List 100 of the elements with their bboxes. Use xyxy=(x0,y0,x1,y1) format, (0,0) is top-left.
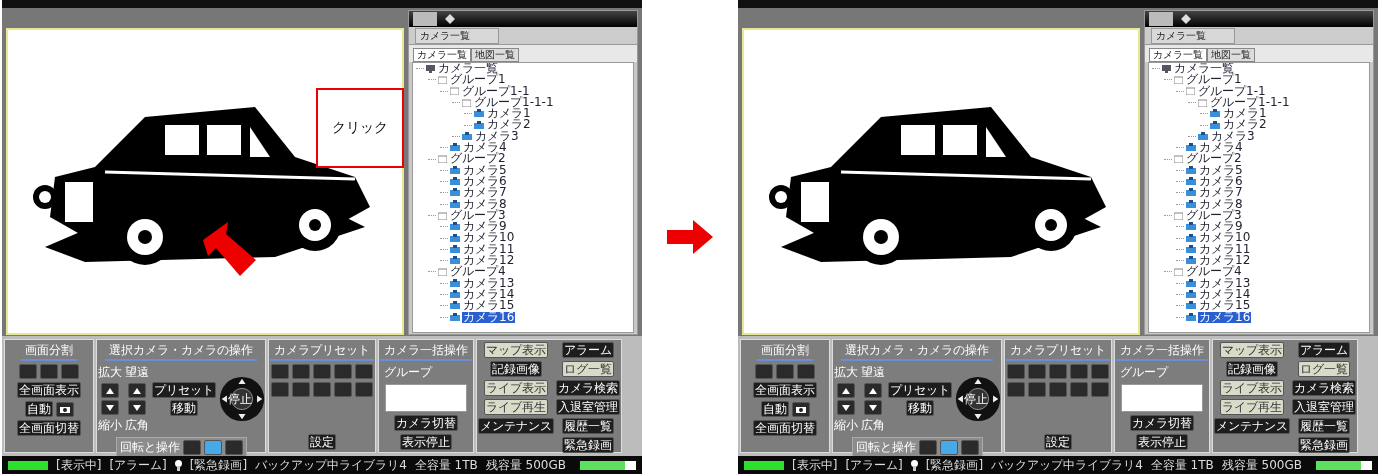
tree-item[interactable]: グループ3 xyxy=(1185,209,1243,222)
menu-button[interactable]: 緊急録画 xyxy=(1298,437,1350,453)
menu-button[interactable]: ライブ表示 xyxy=(484,380,548,396)
menu-button[interactable]: 入退室管理 xyxy=(556,399,620,415)
layout-button[interactable]: 全画面切替 xyxy=(17,420,81,436)
tree-item[interactable]: カメラ4 xyxy=(462,142,508,154)
tree-item[interactable]: グループ1-1-1 xyxy=(1209,96,1291,109)
preset-button[interactable] xyxy=(1091,382,1109,397)
tree-item[interactable]: カメラ15 xyxy=(1198,300,1252,312)
tree-item[interactable]: カメラ10 xyxy=(462,232,516,244)
tree-item[interactable]: グループ3 xyxy=(449,209,507,222)
tree-item[interactable]: カメラ7 xyxy=(1198,187,1244,199)
tree-item[interactable]: カメラ16 xyxy=(1198,311,1252,323)
tree-item[interactable]: カメラ4 xyxy=(1198,142,1244,154)
tree-item[interactable]: グループ2 xyxy=(1185,153,1243,165)
tree-item[interactable]: カメラ6 xyxy=(1198,175,1244,188)
up-button[interactable] xyxy=(128,383,146,398)
tree-item[interactable]: グループ1-1 xyxy=(1197,85,1267,97)
mode-button[interactable] xyxy=(918,440,937,455)
tree-item[interactable]: カメラ2 xyxy=(486,119,532,131)
preset-button[interactable] xyxy=(1007,364,1025,379)
camera-button[interactable]: 移動 xyxy=(906,400,934,416)
layout-button[interactable]: 全画面切替 xyxy=(753,420,817,436)
preset-button[interactable] xyxy=(313,382,331,397)
tree-item[interactable]: グループ1-1 xyxy=(461,85,531,97)
preset-button[interactable] xyxy=(355,382,373,397)
tree-item[interactable]: カメラ15 xyxy=(462,300,516,312)
mode-button[interactable] xyxy=(960,440,979,455)
tree-item[interactable]: グループ4 xyxy=(1185,266,1243,278)
preset-button[interactable] xyxy=(1028,364,1046,379)
tree-item[interactable]: カメラ7 xyxy=(462,187,508,199)
tree-item[interactable]: カメラ16 xyxy=(462,311,516,323)
menu-button[interactable]: カメラ検索 xyxy=(1292,380,1356,396)
camera-icon[interactable] xyxy=(791,401,810,417)
menu-button[interactable]: 緊急録画 xyxy=(562,437,614,453)
preset-button[interactable] xyxy=(355,364,373,379)
menu-button[interactable]: マップ表示 xyxy=(484,342,548,358)
layout-button[interactable]: 自動 xyxy=(24,401,53,417)
tree-item[interactable]: グループ1-1-1 xyxy=(473,96,555,109)
tree-item[interactable]: カメラ13 xyxy=(1198,277,1252,289)
batch-button[interactable]: カメラ切替 xyxy=(394,415,458,431)
tree-item[interactable]: グループ1 xyxy=(1185,74,1243,86)
tree-item[interactable]: カメラ8 xyxy=(462,198,508,210)
menu-button[interactable]: マップ表示 xyxy=(1220,342,1284,358)
layout-button[interactable]: 全画面表示 xyxy=(17,382,81,398)
menu-button[interactable]: 履歴一覧 xyxy=(562,418,614,434)
tree-item[interactable]: カメラ一覧 xyxy=(437,63,499,75)
tree-item[interactable]: カメラ1 xyxy=(486,108,532,120)
menu-button[interactable]: ログ一覧 xyxy=(1298,361,1350,377)
camera-icon[interactable] xyxy=(55,401,74,417)
down-button[interactable] xyxy=(101,400,119,415)
tree-item[interactable]: カメラ2 xyxy=(1222,119,1268,131)
settings-button[interactable]: 設定 xyxy=(1044,434,1072,450)
group-list[interactable] xyxy=(385,384,467,412)
batch-button[interactable]: カメラ切替 xyxy=(1130,415,1194,431)
menu-button[interactable]: ログ一覧 xyxy=(562,361,614,377)
tree-item[interactable]: カメラ13 xyxy=(462,277,516,289)
menu-button[interactable]: メンテナンス xyxy=(478,418,554,434)
menu-button[interactable]: 記録画像 xyxy=(1226,361,1278,377)
camera-button[interactable]: プリセット xyxy=(888,382,952,398)
preset-button[interactable] xyxy=(1091,364,1109,379)
preset-button[interactable] xyxy=(271,382,289,397)
joystick-icon[interactable] xyxy=(955,376,1001,422)
layout-button[interactable]: 全画面表示 xyxy=(753,382,817,398)
tree-item[interactable]: カメラ11 xyxy=(1198,243,1252,256)
tree-item[interactable]: カメラ5 xyxy=(1198,164,1244,176)
tree-item[interactable]: カメラ3 xyxy=(1210,130,1256,143)
preset-button[interactable] xyxy=(1007,382,1025,397)
tree-item[interactable]: カメラ10 xyxy=(1198,232,1252,244)
preset-button[interactable] xyxy=(1049,364,1067,379)
up-button[interactable] xyxy=(837,383,855,398)
preset-button[interactable] xyxy=(334,382,352,397)
joystick-icon[interactable] xyxy=(219,376,265,422)
tree-item[interactable]: グループ2 xyxy=(449,153,507,165)
preset-button[interactable] xyxy=(1049,382,1067,397)
tab[interactable]: 地図一覧 xyxy=(1207,48,1255,62)
tree-item[interactable]: カメラ9 xyxy=(1198,221,1244,233)
tree-item[interactable]: カメラ6 xyxy=(462,175,508,188)
layout-button[interactable]: 自動 xyxy=(760,401,789,417)
menu-button[interactable]: メンテナンス xyxy=(1214,418,1290,434)
tree-item[interactable]: カメラ5 xyxy=(462,164,508,176)
tree-item[interactable]: カメラ14 xyxy=(462,288,516,301)
menu-button[interactable]: 履歴一覧 xyxy=(1298,418,1350,434)
menu-button[interactable]: ライブ再生 xyxy=(484,399,548,415)
preset-button[interactable] xyxy=(1070,364,1088,379)
menu-button[interactable]: カメラ検索 xyxy=(556,380,620,396)
menu-button[interactable]: 記録画像 xyxy=(490,361,542,377)
menu-button[interactable]: 入退室管理 xyxy=(1292,399,1356,415)
camera-button[interactable]: 移動 xyxy=(170,400,198,416)
up-button[interactable] xyxy=(864,383,882,398)
group-list[interactable] xyxy=(1121,384,1203,412)
tab[interactable]: カメラ一覧 xyxy=(1149,48,1207,62)
tree-item[interactable]: カメラ1 xyxy=(1222,108,1268,120)
menu-button[interactable]: アラーム xyxy=(1298,342,1350,358)
preset-button[interactable] xyxy=(292,364,310,379)
mode-button[interactable] xyxy=(224,440,243,455)
tree-item[interactable]: カメラ3 xyxy=(474,130,520,143)
tree-item[interactable]: カメラ8 xyxy=(1198,198,1244,210)
mode-button[interactable] xyxy=(203,440,222,455)
down-button[interactable] xyxy=(837,400,855,415)
